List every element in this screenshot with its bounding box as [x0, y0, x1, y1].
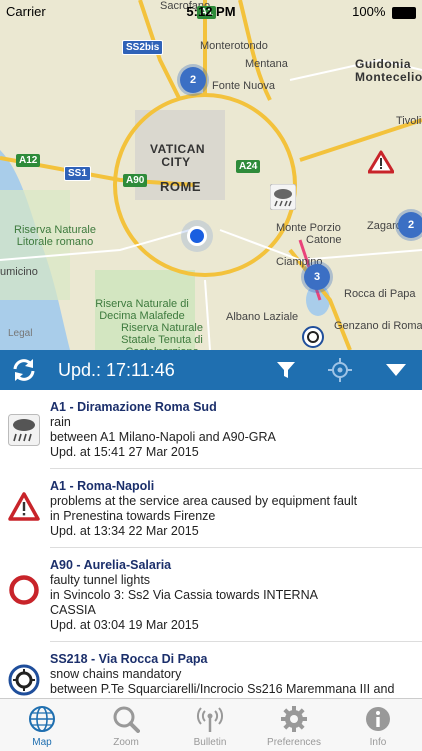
- globe-icon: [29, 706, 55, 732]
- tab-label: Bulletin: [193, 737, 227, 748]
- road-shield-a90: A90: [123, 174, 148, 187]
- warning-triangle-icon: [8, 492, 40, 521]
- road-shield-ss2bis: SS2bis: [122, 40, 164, 55]
- list-item[interactable]: A1 - Roma-Napoli problems at the service…: [8, 469, 422, 548]
- incident-cluster-east[interactable]: 2: [398, 212, 422, 238]
- map-rain-marker-icon[interactable]: [270, 184, 296, 210]
- road-shield-ss1: SS1: [64, 166, 91, 181]
- tab-label: Map: [32, 737, 52, 748]
- event-description: snow chains mandatory: [50, 667, 182, 681]
- tab-label: Info: [369, 737, 387, 748]
- tab-label: Zoom: [113, 737, 139, 748]
- incident-cluster-southeast[interactable]: 3: [304, 264, 330, 290]
- map-snow-chains-marker-icon[interactable]: [302, 326, 324, 348]
- map-warning-marker-icon[interactable]: [368, 150, 394, 174]
- map-label-genzano: Genzano di Roma: [334, 320, 422, 332]
- collapse-arrow-icon[interactable]: [382, 356, 410, 384]
- tab-map[interactable]: Map: [0, 699, 84, 751]
- map-label-tivoli: Tivoli: [396, 115, 422, 127]
- traffic-event-list: A1 - Diramazione Roma Sud rain between A…: [0, 390, 422, 698]
- event-title: A1 - Roma-Napoli: [50, 479, 155, 493]
- tab-preferences[interactable]: Preferences: [252, 699, 336, 751]
- gear-icon: [281, 706, 307, 732]
- map-label-rocca-di-papa: Rocca di Papa: [344, 288, 416, 300]
- map-label-vatican-city: VATICAN CITY: [150, 142, 206, 169]
- tab-label: Preferences: [267, 737, 321, 748]
- event-updated: Upd. at 03:04 19 Mar 2015: [50, 618, 199, 632]
- last-update-label: Upd.: 17:11:46: [58, 360, 175, 380]
- list-item[interactable]: A1 - Diramazione Roma Sud rain between A…: [8, 390, 422, 469]
- map-label-mentana: Mentana: [245, 58, 288, 70]
- event-description: problems at the service area caused by e…: [50, 494, 358, 508]
- map-legal-link[interactable]: Legal: [8, 328, 32, 339]
- tab-bulletin[interactable]: Bulletin: [168, 699, 252, 751]
- map-label-catone: Catone: [306, 234, 342, 246]
- event-location: between P.Te Squarciarelli/Incrocio Ss21…: [50, 682, 395, 696]
- traffic-map[interactable]: Sacrofano Monterotondo Mentana Fonte Nuo…: [0, 0, 422, 350]
- status-bar: Carrier 5:12 PM 100%: [0, 0, 422, 22]
- map-label-fonte-nuova: Fonte Nuova: [212, 80, 275, 92]
- map-label-guidonia: Guidonia Montecelio: [355, 57, 422, 84]
- update-toolbar: Upd.: 17:11:46: [0, 350, 422, 390]
- battery-percent: 100%: [352, 4, 386, 19]
- road-shield-a12: A12: [16, 154, 41, 167]
- list-item[interactable]: SS218 - Via Rocca Di Papa snow chains ma…: [8, 642, 422, 698]
- park-decima: Riserva Naturale di Decima Malafede: [95, 298, 189, 322]
- map-label-monterotondo: Monterotondo: [200, 40, 268, 52]
- filter-icon[interactable]: [272, 356, 300, 384]
- park-litorale: Riserva Naturale Litorale romano: [14, 224, 96, 248]
- magnifier-icon: [113, 706, 140, 733]
- event-description: rain: [50, 415, 71, 429]
- event-description: faulty tunnel lights: [50, 573, 151, 587]
- map-label-albano: Albano Laziale: [226, 311, 299, 323]
- tab-zoom[interactable]: Zoom: [84, 699, 168, 751]
- event-location-cont: CASSIA: [50, 603, 96, 617]
- locate-icon[interactable]: [326, 356, 354, 384]
- refresh-icon[interactable]: [10, 356, 38, 384]
- battery-label: 100%: [352, 4, 416, 19]
- event-location: in Svincolo 3: Ss2 Via Cassia towards IN…: [50, 588, 318, 602]
- event-location: between A1 Milano-Napoli and A90-GRA: [50, 430, 276, 444]
- event-updated: Upd. at 15:41 27 Mar 2015: [50, 445, 199, 459]
- event-title: A1 - Diramazione Roma Sud: [50, 400, 217, 414]
- battery-icon: [392, 6, 416, 19]
- list-item[interactable]: A90 - Aurelia-Salaria faulty tunnel ligh…: [9, 548, 422, 642]
- no-entry-ring-icon: [9, 575, 39, 605]
- rain-cloud-icon: [8, 414, 40, 446]
- info-icon: [366, 707, 390, 731]
- park-castelporziano: Riserva Naturale Statale Tenuta di Caste…: [121, 322, 203, 350]
- map-label-rome: ROME: [160, 179, 201, 194]
- broadcast-icon: [197, 707, 223, 732]
- road-shield-a24: A24: [236, 160, 261, 173]
- map-label-fiumicino: umicino: [0, 266, 38, 278]
- tab-info[interactable]: Info: [336, 699, 420, 751]
- tab-bar: Map Zoom Bulletin Preferences Info: [0, 698, 422, 751]
- event-title: SS218 - Via Rocca Di Papa: [50, 652, 208, 666]
- incident-cluster-north[interactable]: 2: [180, 67, 206, 93]
- event-title: A90 - Aurelia-Salaria: [50, 558, 172, 572]
- map-label-monte-porzio: Monte Porzio: [276, 222, 341, 234]
- snow-chains-icon: [8, 664, 40, 696]
- current-location-dot: [187, 226, 207, 246]
- event-updated: Upd. at 13:34 22 Mar 2015: [50, 524, 199, 538]
- event-location: in Prenestina towards Firenze: [50, 509, 216, 523]
